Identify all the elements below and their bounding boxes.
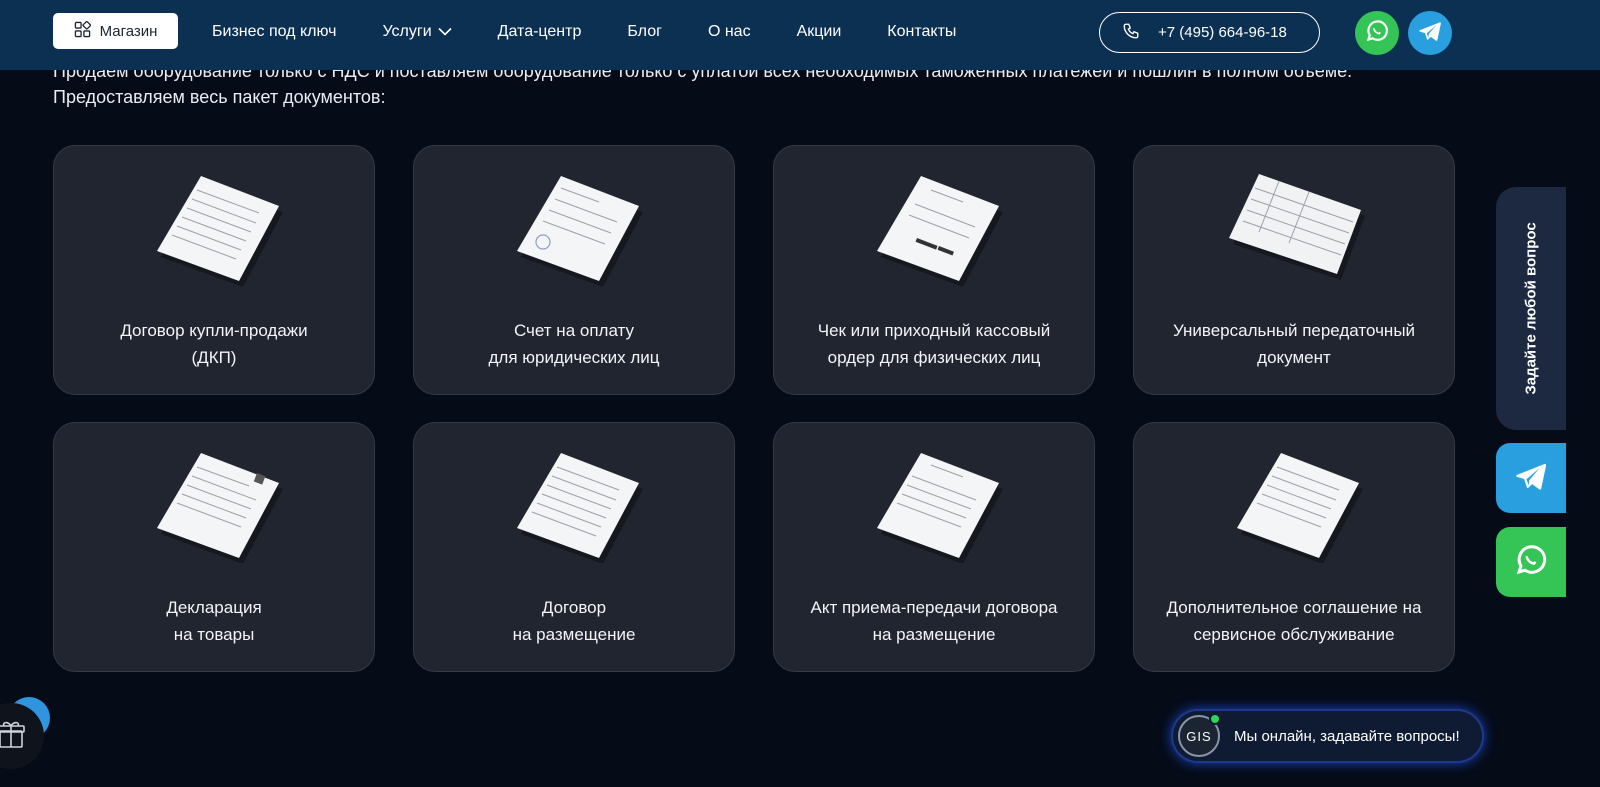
document-card: Счет на оплату для юридических лиц bbox=[413, 145, 735, 395]
nav-item-business[interactable]: Бизнес под ключ bbox=[212, 23, 336, 41]
documents-grid: Договор купли-продажи (ДКП) Счет на опла… bbox=[53, 145, 1455, 672]
chat-avatar: GIS bbox=[1178, 713, 1221, 757]
document-card: Договор купли-продажи (ДКП) bbox=[53, 145, 375, 395]
document-title: Чек или приходный кассовый ордер для физ… bbox=[784, 317, 1084, 371]
gift-icon bbox=[0, 716, 29, 757]
document-title-line1: Счет на оплату bbox=[513, 321, 635, 340]
document-paper-icon bbox=[877, 176, 1003, 286]
document-title: Акт приема-передачи договора на размещен… bbox=[784, 594, 1084, 648]
document-title-line1: Договор bbox=[541, 598, 607, 617]
nav-item-contacts[interactable]: Контакты bbox=[887, 23, 956, 41]
document-card: Универсальный передаточный документ bbox=[1133, 145, 1455, 395]
document-title-line2: сервисное обслуживание bbox=[1193, 625, 1395, 644]
nav-item-promo[interactable]: Акции bbox=[797, 23, 842, 41]
chat-avatar-text: GIS bbox=[1186, 728, 1212, 744]
whatsapp-button[interactable] bbox=[1355, 11, 1399, 55]
document-title-line2: документ bbox=[1257, 348, 1331, 367]
ask-question-tab[interactable]: Задайте любой вопрос bbox=[1496, 187, 1566, 430]
chevron-down-icon bbox=[438, 23, 452, 41]
document-title-line1: Декларация bbox=[166, 598, 262, 617]
nav-item-blog[interactable]: Блог bbox=[627, 23, 662, 41]
nav-item-services-label: Услуги bbox=[382, 23, 432, 40]
chat-message: Мы онлайн, задавайте вопросы! bbox=[1234, 727, 1460, 745]
document-title-line2: ордер для физических лиц bbox=[827, 348, 1041, 367]
document-title-line1: Дополнительное соглашение на bbox=[1166, 598, 1422, 617]
document-paper-icon bbox=[517, 176, 643, 286]
document-card: Акт приема-передачи договора на размещен… bbox=[773, 422, 1095, 672]
nav-item-about[interactable]: О нас bbox=[708, 23, 751, 41]
document-paper-icon bbox=[1229, 174, 1365, 280]
document-title-line2: для юридических лиц bbox=[488, 348, 660, 367]
telegram-icon bbox=[1417, 18, 1443, 49]
whatsapp-icon bbox=[1364, 18, 1390, 49]
document-title-line1: Универсальный передаточный bbox=[1172, 321, 1416, 340]
document-title-line1: Акт приема-передачи договора bbox=[810, 598, 1058, 617]
shop-button-label: Магазин bbox=[99, 22, 158, 40]
phone-button[interactable]: +7 (495) 664-96-18 bbox=[1099, 12, 1320, 53]
document-title: Декларация на товары bbox=[64, 594, 364, 648]
document-title: Договор купли-продажи (ДКП) bbox=[64, 317, 364, 371]
telegram-icon bbox=[1513, 458, 1549, 499]
document-paper-icon bbox=[1237, 453, 1363, 563]
document-card: Договор на размещение bbox=[413, 422, 735, 672]
online-status-dot bbox=[1209, 713, 1221, 725]
document-card: Чек или приходный кассовый ордер для физ… bbox=[773, 145, 1095, 395]
ask-question-label: Задайте любой вопрос bbox=[1522, 222, 1540, 395]
side-telegram-button[interactable] bbox=[1496, 443, 1566, 513]
phone-number: +7 (495) 664-96-18 bbox=[1158, 24, 1287, 41]
main-nav: Бизнес под ключ Услуги Дата-центр Блог О… bbox=[212, 0, 1002, 64]
document-paper-icon bbox=[157, 453, 283, 563]
document-title-line1: Договор купли-продажи bbox=[120, 321, 308, 340]
catalog-grid-icon bbox=[74, 20, 91, 42]
document-card: Декларация на товары bbox=[53, 422, 375, 672]
online-chat-widget[interactable]: GIS Мы онлайн, задавайте вопросы! bbox=[1171, 709, 1484, 763]
document-card: Дополнительное соглашение на сервисное о… bbox=[1133, 422, 1455, 672]
document-title: Договор на размещение bbox=[424, 594, 724, 648]
document-title-line1: Чек или приходный кассовый bbox=[817, 321, 1051, 340]
whatsapp-icon bbox=[1513, 542, 1549, 583]
nav-item-services[interactable]: Услуги bbox=[382, 23, 452, 41]
document-title-line2: на товары bbox=[173, 625, 255, 644]
shop-button[interactable]: Магазин bbox=[53, 13, 178, 49]
document-paper-icon bbox=[517, 453, 643, 563]
document-title: Универсальный передаточный документ bbox=[1144, 317, 1444, 371]
site-header: Магазин Бизнес под ключ Услуги Дата-цент… bbox=[0, 0, 1600, 70]
phone-icon bbox=[1122, 22, 1140, 44]
telegram-button[interactable] bbox=[1408, 11, 1452, 55]
document-paper-icon bbox=[157, 176, 283, 286]
document-title-line2: (ДКП) bbox=[191, 348, 237, 367]
nav-item-datacenter[interactable]: Дата-центр bbox=[498, 23, 582, 41]
document-title: Дополнительное соглашение на сервисное о… bbox=[1144, 594, 1444, 648]
document-title: Счет на оплату для юридических лиц bbox=[424, 317, 724, 371]
document-title-line2: на размещение bbox=[512, 625, 636, 644]
document-paper-icon bbox=[877, 453, 1003, 563]
side-whatsapp-button[interactable] bbox=[1496, 527, 1566, 597]
document-title-line2: на размещение bbox=[872, 625, 996, 644]
